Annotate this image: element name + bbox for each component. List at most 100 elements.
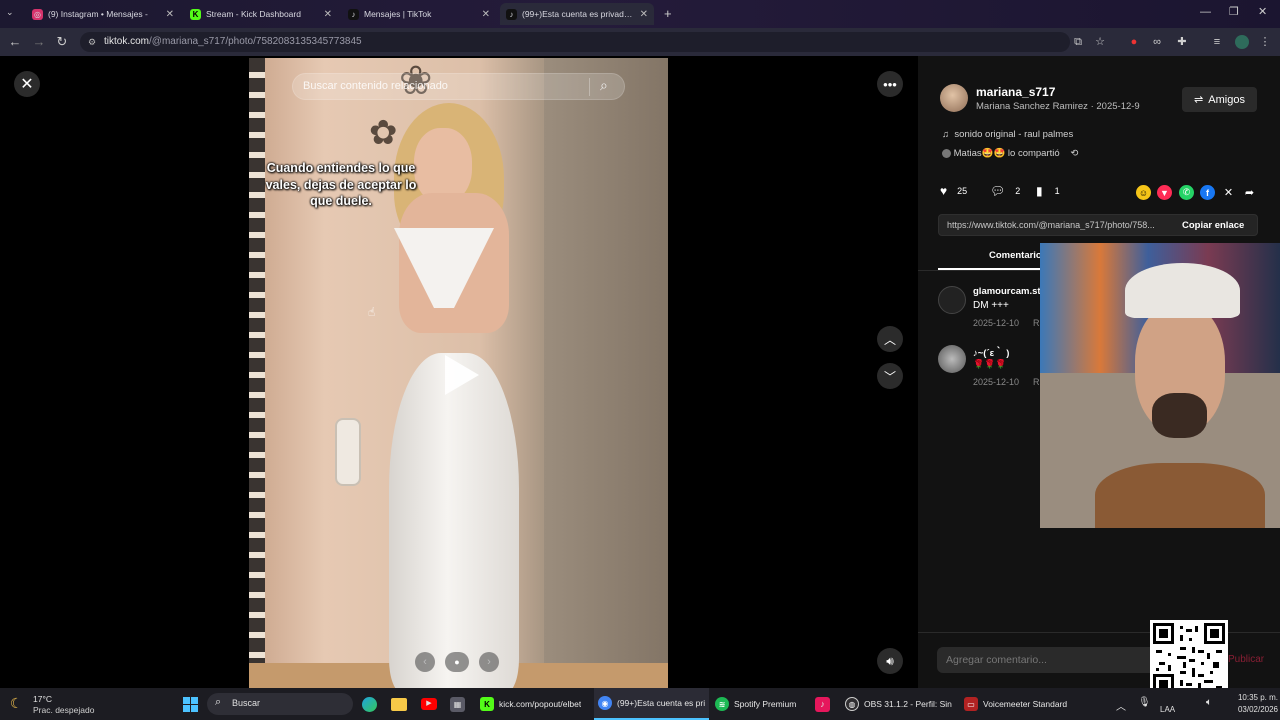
media-controls-icon[interactable]: ≡ bbox=[1210, 35, 1224, 49]
heart-icon: ♥ bbox=[940, 184, 948, 198]
related-search-input[interactable]: Buscar contenido relacionado bbox=[303, 80, 448, 92]
taskbar-app-label: Spotify Premium bbox=[734, 699, 797, 709]
reply-button[interactable]: R bbox=[1033, 377, 1040, 387]
tiktok-icon[interactable]: ♪ bbox=[815, 697, 830, 712]
close-icon[interactable]: ✕ bbox=[166, 9, 174, 20]
close-icon[interactable]: ✕ bbox=[482, 9, 490, 20]
avatar[interactable] bbox=[938, 345, 966, 373]
keyboard-language[interactable]: LAA bbox=[1160, 705, 1175, 714]
tab-tiktok-messages[interactable]: ♪ Mensajes | TikTok ✕ bbox=[342, 3, 496, 25]
qr-code bbox=[1150, 620, 1228, 698]
post-photo[interactable]: ✿ ❀ Cuando entiendes lo que vales, dejas… bbox=[249, 58, 668, 688]
mouse-cursor-icon: ☝ bbox=[368, 305, 376, 319]
search-icon[interactable]: ⌕ bbox=[600, 77, 608, 94]
avatar[interactable] bbox=[938, 286, 966, 314]
close-icon[interactable]: ✕ bbox=[640, 9, 648, 20]
minimize-button[interactable]: — bbox=[1200, 6, 1211, 18]
username[interactable]: mariana_s717 bbox=[976, 85, 1055, 99]
microphone-icon[interactable]: 🎙︎ bbox=[1138, 697, 1151, 708]
tray-chevron-up-icon[interactable]: ︿ bbox=[1116, 698, 1126, 713]
next-post-chevron-down-icon[interactable]: ﹀ bbox=[877, 363, 903, 389]
close-icon[interactable]: ✕ bbox=[324, 9, 332, 20]
voicemeeter-icon: ▭ bbox=[964, 697, 978, 711]
save-count: 1 bbox=[1054, 186, 1060, 196]
copy-link-button[interactable]: Copiar enlace bbox=[1182, 220, 1244, 231]
photo-subject-handbag bbox=[335, 418, 361, 486]
tab-instagram[interactable]: ◎ (9) Instagram • Mensajes - ✕ bbox=[26, 3, 180, 25]
back-arrow-icon[interactable]: ← bbox=[6, 33, 24, 51]
taskbar-search-label: Buscar bbox=[232, 698, 261, 708]
repost-icon: ⟲ bbox=[1070, 148, 1079, 159]
comment-button[interactable]: 💬︎ 2 bbox=[990, 184, 1020, 198]
forward-arrow-icon[interactable]: → bbox=[30, 33, 48, 51]
avatar[interactable] bbox=[940, 84, 968, 112]
taskbar-app-label: Voicemeeter Standard bbox=[983, 699, 1068, 709]
windows-start-icon[interactable] bbox=[183, 697, 198, 712]
webcam-person-beard bbox=[1152, 393, 1207, 438]
close-icon[interactable]: ✕ bbox=[14, 71, 40, 97]
comment-text: 🌹🌹🌹 bbox=[973, 359, 1007, 369]
weather-widget[interactable]: ☾ 17°C Prac. despejado bbox=[10, 692, 120, 716]
carousel-dot: ● bbox=[445, 652, 469, 672]
embed-icon[interactable]: ☺ bbox=[1136, 185, 1151, 200]
post-comment-button[interactable]: Publicar bbox=[1228, 654, 1264, 665]
send-icon[interactable]: ▼ bbox=[1157, 185, 1172, 200]
related-search-bar[interactable]: Buscar contenido relacionado ⌕ bbox=[292, 73, 625, 100]
file-explorer-icon[interactable] bbox=[391, 698, 407, 711]
comment-user[interactable]: glamourcam.st bbox=[973, 286, 1041, 297]
install-icon[interactable]: ⧉ bbox=[1071, 35, 1085, 49]
taskbar-search[interactable]: ⌕ Buscar bbox=[207, 693, 353, 715]
sound-row[interactable]: ♫ sonido original - raul palmes bbox=[942, 129, 1073, 140]
new-tab-button[interactable]: + bbox=[664, 6, 672, 21]
whatsapp-icon[interactable]: ✆ bbox=[1179, 185, 1194, 200]
facebook-icon[interactable]: f bbox=[1200, 185, 1215, 200]
link-icon[interactable]: ∞ bbox=[1150, 35, 1164, 49]
reload-icon[interactable]: ↻ bbox=[53, 33, 71, 51]
close-window-button[interactable]: ✕ bbox=[1258, 5, 1267, 18]
taskbar-app-kick[interactable]: K kick.com/popout/elbetz bbox=[480, 688, 581, 720]
taskbar-app-chrome[interactable]: ◉ (99+)Esta cuenta es priv bbox=[594, 688, 709, 720]
browser-menu-icon[interactable]: ⋮ bbox=[1258, 35, 1272, 49]
volume-icon[interactable]: 🔊︎ bbox=[877, 648, 903, 674]
taskbar-app-spotify[interactable]: ≋ Spotify Premium bbox=[715, 688, 796, 720]
reply-button[interactable]: R bbox=[1033, 318, 1040, 328]
clock-date[interactable]: 03/02/2026 bbox=[1226, 705, 1278, 714]
like-button[interactable]: ♥ 25 bbox=[940, 184, 967, 198]
share-arrow-icon[interactable]: ➦ bbox=[1242, 185, 1257, 200]
speaker-icon[interactable]: 🔈︎ bbox=[1206, 697, 1212, 708]
store-icon[interactable]: ▦ bbox=[450, 697, 465, 712]
edge-icon[interactable] bbox=[362, 697, 377, 712]
tab-tiktok-active[interactable]: ♪ (99+)Esta cuenta es privada. Sig ✕ bbox=[500, 3, 654, 25]
site-info-icon[interactable]: ⚙ bbox=[88, 32, 96, 52]
comment-count: 2 bbox=[1015, 186, 1021, 196]
carousel-prev-button[interactable]: ‹ bbox=[415, 652, 435, 672]
maximize-button[interactable]: ❐ bbox=[1229, 5, 1239, 18]
wall-decor-flower-icon: ✿ bbox=[369, 114, 398, 152]
youtube-icon[interactable]: ▶ bbox=[421, 698, 437, 710]
previous-post-chevron-up-icon[interactable]: ︿ bbox=[877, 326, 903, 352]
friends-button[interactable]: ⇌ Amigos bbox=[1182, 87, 1257, 112]
url-field[interactable]: ⚙ tiktok.com/@mariana_s717/photo/7582083… bbox=[80, 32, 1070, 52]
tab-title: (99+)Esta cuenta es privada. Sig bbox=[522, 9, 635, 19]
carousel-next-button[interactable]: › bbox=[479, 652, 499, 672]
play-icon[interactable] bbox=[445, 355, 479, 395]
extension-icon[interactable]: ● bbox=[1127, 35, 1141, 49]
bookmark-star-icon[interactable]: ☆ bbox=[1093, 35, 1107, 49]
taskbar-app-voicemeeter[interactable]: ▭ Voicemeeter Standard bbox=[964, 688, 1067, 720]
tab-kick[interactable]: K Stream - Kick Dashboard ✕ bbox=[184, 3, 338, 25]
x-icon[interactable]: ✕ bbox=[1221, 185, 1236, 200]
post-link[interactable]: https://www.tiktok.com/@mariana_s717/pho… bbox=[947, 220, 1172, 230]
taskbar-app-obs[interactable]: ◍ OBS 31.1.2 - Perfil: Sin Tí bbox=[845, 688, 952, 720]
sharer-avatar bbox=[942, 148, 951, 158]
comment-date: 2025-12-10 bbox=[973, 318, 1020, 328]
extensions-puzzle-icon[interactable]: ✚ bbox=[1175, 35, 1189, 49]
comment-user[interactable]: ♪~(´ε｀ ) bbox=[973, 345, 1009, 359]
profile-avatar-icon[interactable] bbox=[1235, 35, 1249, 49]
tab-bar: ⌄ ◎ (9) Instagram • Mensajes - ✕ K Strea… bbox=[0, 0, 1280, 28]
clock-time[interactable]: 10:35 p. m. bbox=[1226, 693, 1278, 702]
taskbar-app-label: kick.com/popout/elbetz bbox=[499, 699, 581, 709]
weather-temp: 17°C bbox=[33, 694, 52, 704]
more-options-icon[interactable]: ••• bbox=[877, 71, 903, 97]
tab-list-icon[interactable]: ⌄ bbox=[6, 7, 14, 18]
save-button[interactable]: ▮ 1 bbox=[1036, 184, 1060, 198]
